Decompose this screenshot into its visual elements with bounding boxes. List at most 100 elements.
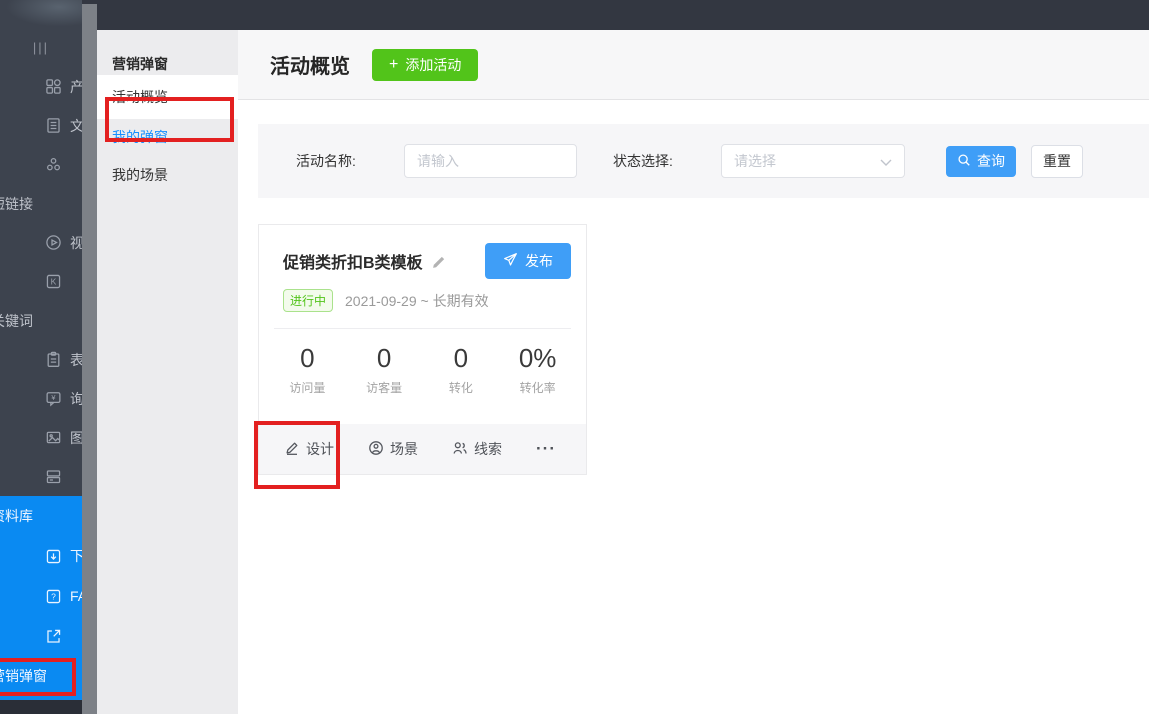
inquiry-icon: ¥ bbox=[45, 390, 62, 407]
question-icon: ? bbox=[45, 588, 62, 605]
sidebar-item-label: 视频 bbox=[70, 233, 82, 253]
add-activity-button[interactable]: + 添加活动 bbox=[372, 49, 478, 81]
publish-button[interactable]: 发布 bbox=[485, 243, 571, 279]
card-title-row: 促销类折扣B类模板 发布 bbox=[283, 243, 571, 279]
sidebar-collapse-button[interactable]: ||| bbox=[0, 28, 82, 67]
activity-name-label: 活动名称: bbox=[296, 151, 380, 171]
scene-action-label: 场景 bbox=[390, 439, 418, 459]
k-square-icon: K bbox=[45, 273, 62, 290]
more-actions-button[interactable]: ··· bbox=[536, 439, 556, 459]
sidebar-item-activity-overview[interactable]: 活动概览 bbox=[97, 75, 238, 119]
sidebar-library-section: 资料库 下载 ? FAQ bbox=[0, 496, 82, 700]
sidebar-item-albums[interactable]: 图册 bbox=[0, 418, 82, 457]
collapse-icon: ||| bbox=[33, 40, 49, 55]
scene-icon bbox=[368, 440, 384, 459]
cards-icon bbox=[45, 468, 62, 485]
scene-action[interactable]: 场景 bbox=[368, 439, 418, 459]
reset-button[interactable]: 重置 bbox=[1031, 145, 1083, 178]
stats-row: 0 访问量 0 访客量 0 转化 0% 转化率 bbox=[259, 329, 586, 396]
content-area: 活动名称: 状态选择: 请选择 bbox=[238, 100, 1149, 714]
card-action-bar: 设计 场景 bbox=[259, 424, 586, 474]
menu-item-label: 我的场景 bbox=[112, 165, 168, 185]
menu-item-label: 活动概览 bbox=[112, 87, 168, 107]
atom-icon bbox=[45, 156, 62, 173]
sidebar-divider-strip bbox=[82, 0, 97, 714]
page: ||| 产品 文章 bbox=[0, 0, 1149, 714]
sidebar-item-atom[interactable] bbox=[0, 145, 82, 184]
sidebar-item-label: 资料库 bbox=[0, 506, 33, 526]
sidebar-item-label: 产品 bbox=[70, 77, 82, 97]
leads-action[interactable]: 线索 bbox=[452, 439, 502, 459]
stat-value: 0 bbox=[346, 343, 423, 374]
stat-visits: 0 访问量 bbox=[269, 343, 346, 396]
sidebar-item-label: 询盘 bbox=[70, 389, 82, 409]
activity-name-input[interactable] bbox=[404, 144, 577, 178]
status-select-placeholder: 请选择 bbox=[734, 151, 776, 171]
stat-label: 访问量 bbox=[269, 379, 346, 396]
card-sub-row: 进行中 2021-09-29 ~ 长期有效 bbox=[283, 289, 571, 312]
menu-item-label: 我的弹窗 bbox=[112, 127, 168, 147]
stat-value: 0 bbox=[269, 343, 346, 374]
status-select-label: 状态选择: bbox=[613, 151, 697, 171]
logo-area bbox=[0, 0, 82, 28]
page-header: 活动概览 + 添加活动 bbox=[238, 30, 1149, 100]
campaign-title: 促销类折扣B类模板 bbox=[283, 249, 423, 273]
svg-text:K: K bbox=[51, 277, 57, 287]
download-icon bbox=[45, 548, 62, 565]
stat-label: 转化率 bbox=[499, 379, 576, 396]
sidebar-item-label: 短链接 bbox=[0, 194, 33, 214]
form-icon bbox=[45, 351, 62, 368]
leads-action-label: 线索 bbox=[474, 439, 502, 459]
video-icon bbox=[45, 234, 62, 251]
sidebar-item-short-links[interactable]: 短链接 bbox=[0, 184, 82, 223]
sidebar-item-inquiries[interactable]: ¥ 询盘 bbox=[0, 379, 82, 418]
sidebar-item-label: 表单 bbox=[70, 350, 82, 370]
stat-label: 访客量 bbox=[346, 379, 423, 396]
design-action-label: 设计 bbox=[306, 439, 334, 459]
sidebar-item-label: 关键词 bbox=[0, 311, 33, 331]
svg-text:¥: ¥ bbox=[51, 393, 56, 402]
sidebar-item-marketing-popup[interactable]: 营销弹窗 bbox=[0, 656, 82, 696]
expand-icon bbox=[45, 628, 62, 645]
album-icon bbox=[45, 429, 62, 446]
sidebar-item-cards[interactable] bbox=[0, 457, 82, 496]
status-select[interactable]: 请选择 bbox=[721, 144, 905, 178]
stat-conversion-rate: 0% 转化率 bbox=[499, 343, 576, 396]
plus-icon: + bbox=[389, 57, 398, 73]
chevron-down-icon bbox=[880, 153, 892, 169]
card-head: 促销类折扣B类模板 发布 bbox=[259, 225, 586, 312]
sidebar-item-articles[interactable]: 文章 bbox=[0, 106, 82, 145]
stat-conversions: 0 转化 bbox=[423, 343, 500, 396]
sidebar-item-label: FAQ bbox=[70, 588, 82, 604]
search-button[interactable]: 查询 bbox=[946, 146, 1016, 177]
sidebar-item-keywords[interactable]: 关键词 bbox=[0, 301, 82, 340]
sidebar-item-downloads[interactable]: 下载 bbox=[0, 536, 82, 576]
sidebar-item-faq[interactable]: ? FAQ bbox=[0, 576, 82, 616]
campaign-card: 促销类折扣B类模板 发布 bbox=[258, 224, 587, 475]
sidebar-item-label: 图册 bbox=[70, 428, 82, 448]
secondary-sidebar-title: 营销弹窗 bbox=[97, 30, 238, 75]
sidebar-item-keywords-tool[interactable]: K bbox=[0, 262, 82, 301]
main-area: 活动概览 + 添加活动 活动名称: 状态选择: 请选择 bbox=[238, 30, 1149, 714]
design-action[interactable]: 设计 bbox=[284, 439, 334, 459]
date-range: 2021-09-29 ~ 长期有效 bbox=[345, 291, 489, 311]
search-icon bbox=[957, 153, 971, 170]
sidebar-item-products[interactable]: 产品 bbox=[0, 67, 82, 106]
stat-label: 转化 bbox=[423, 379, 500, 396]
users-icon bbox=[452, 440, 468, 459]
appstore-icon bbox=[45, 78, 62, 95]
sidebar-item-expand[interactable] bbox=[0, 616, 82, 656]
sidebar-item-forms[interactable]: 表单 bbox=[0, 340, 82, 379]
sidebar-item-label: 下载 bbox=[70, 546, 82, 566]
publish-button-label: 发布 bbox=[525, 251, 553, 271]
sidebar-item-videos[interactable]: 视频 bbox=[0, 223, 82, 262]
edit-title-icon[interactable] bbox=[431, 253, 448, 270]
svg-text:?: ? bbox=[51, 591, 56, 601]
send-icon bbox=[503, 252, 518, 270]
search-button-label: 查询 bbox=[977, 151, 1005, 171]
stat-value: 0 bbox=[423, 343, 500, 374]
sidebar-bottom-spacer bbox=[0, 700, 82, 714]
sidebar-item-library[interactable]: 资料库 bbox=[0, 496, 82, 536]
sidebar-item-my-popups[interactable]: 我的弹窗 bbox=[97, 119, 238, 155]
sidebar-item-my-scenes[interactable]: 我的场景 bbox=[97, 155, 238, 195]
